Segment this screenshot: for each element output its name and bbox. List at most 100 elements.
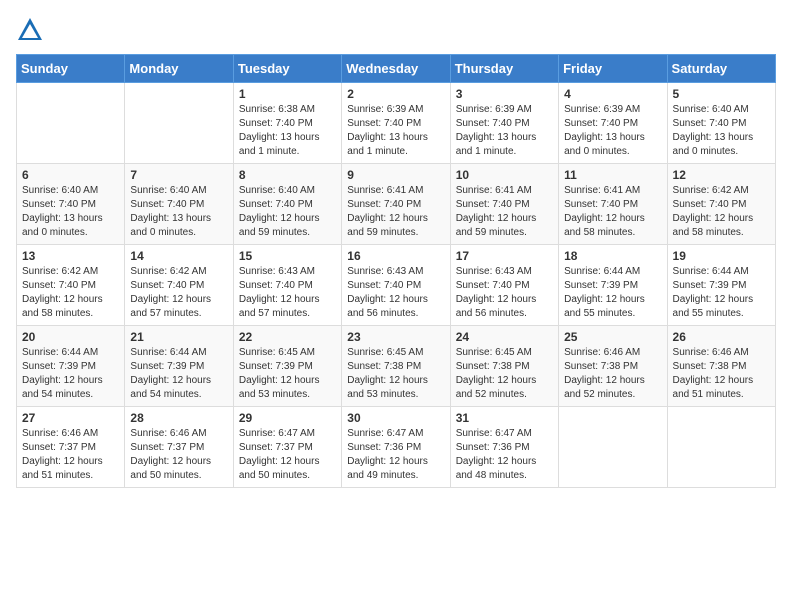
day-info: Sunrise: 6:45 AM Sunset: 7:39 PM Dayligh…	[239, 346, 336, 402]
calendar-cell: 1Sunrise: 6:38 AM Sunset: 7:40 PM Daylig…	[233, 83, 341, 164]
day-info: Sunrise: 6:39 AM Sunset: 7:40 PM Dayligh…	[456, 103, 553, 159]
calendar-cell: 15Sunrise: 6:43 AM Sunset: 7:40 PM Dayli…	[233, 245, 341, 326]
day-info: Sunrise: 6:41 AM Sunset: 7:40 PM Dayligh…	[456, 184, 553, 240]
calendar-cell: 14Sunrise: 6:42 AM Sunset: 7:40 PM Dayli…	[125, 245, 233, 326]
calendar-cell	[559, 407, 667, 488]
day-info: Sunrise: 6:47 AM Sunset: 7:37 PM Dayligh…	[239, 427, 336, 483]
day-number: 20	[22, 330, 119, 344]
day-number: 1	[239, 87, 336, 101]
calendar-cell: 21Sunrise: 6:44 AM Sunset: 7:39 PM Dayli…	[125, 326, 233, 407]
calendar-cell: 28 Sunrise: 6:46 AM Sunset: 7:37 PM Dayli…	[125, 407, 233, 488]
day-number: 21	[130, 330, 227, 344]
day-info: Sunrise: 6:47 AM Sunset: 7:36 PM Dayligh…	[347, 427, 444, 483]
day-number: 10	[456, 168, 553, 182]
calendar-cell	[125, 83, 233, 164]
calendar-cell: 10 Sunrise: 6:41 AM Sunset: 7:40 PM Dayli…	[450, 164, 558, 245]
day-number: 2	[347, 87, 444, 101]
calendar-cell: 25 Sunrise: 6:46 AM Sunset: 7:38 PM Dayli…	[559, 326, 667, 407]
day-info: Sunrise: 6:45 AM Sunset: 7:38 PM Dayligh…	[347, 346, 444, 402]
weekday-header-row: SundayMondayTuesdayWednesdayThursdayFrid…	[17, 55, 776, 83]
day-info: Sunrise: 6:44 AM Sunset: 7:39 PM Dayligh…	[673, 265, 770, 321]
weekday-header-tuesday: Tuesday	[233, 55, 341, 83]
calendar-cell: 7 Sunrise: 6:40 AM Sunset: 7:40 PM Daylig…	[125, 164, 233, 245]
logo-icon	[16, 16, 44, 44]
day-number: 4	[564, 87, 661, 101]
day-number: 28	[130, 411, 227, 425]
day-info: Sunrise: 6:39 AM Sunset: 7:40 PM Dayligh…	[347, 103, 444, 159]
day-info: Sunrise: 6:40 AM Sunset: 7:40 PM Dayligh…	[239, 184, 336, 240]
calendar-cell: 16Sunrise: 6:43 AM Sunset: 7:40 PM Dayli…	[342, 245, 450, 326]
day-number: 11	[564, 168, 661, 182]
calendar-cell: 29 Sunrise: 6:47 AM Sunset: 7:37 PM Dayli…	[233, 407, 341, 488]
weekday-header-sunday: Sunday	[17, 55, 125, 83]
calendar-cell: 30 Sunrise: 6:47 AM Sunset: 7:36 PM Dayli…	[342, 407, 450, 488]
calendar-cell: 9 Sunrise: 6:41 AM Sunset: 7:40 PM Daylig…	[342, 164, 450, 245]
calendar-cell: 4Sunrise: 6:39 AM Sunset: 7:40 PM Daylig…	[559, 83, 667, 164]
calendar-cell: 5 Sunrise: 6:40 AM Sunset: 7:40 PM Daylig…	[667, 83, 775, 164]
day-info: Sunrise: 6:43 AM Sunset: 7:40 PM Dayligh…	[347, 265, 444, 321]
calendar-cell: 11 Sunrise: 6:41 AM Sunset: 7:40 PM Dayli…	[559, 164, 667, 245]
weekday-header-saturday: Saturday	[667, 55, 775, 83]
calendar-cell: 27 Sunrise: 6:46 AM Sunset: 7:37 PM Dayli…	[17, 407, 125, 488]
calendar-cell: 6 Sunrise: 6:40 AM Sunset: 7:40 PM Daylig…	[17, 164, 125, 245]
day-info: Sunrise: 6:41 AM Sunset: 7:40 PM Dayligh…	[347, 184, 444, 240]
day-info: Sunrise: 6:40 AM Sunset: 7:40 PM Dayligh…	[22, 184, 119, 240]
calendar-cell: 31Sunrise: 6:47 AM Sunset: 7:36 PM Dayli…	[450, 407, 558, 488]
day-number: 5	[673, 87, 770, 101]
day-number: 24	[456, 330, 553, 344]
calendar-cell: 3 Sunrise: 6:39 AM Sunset: 7:40 PM Daylig…	[450, 83, 558, 164]
calendar-cell: 12Sunrise: 6:42 AM Sunset: 7:40 PM Dayli…	[667, 164, 775, 245]
calendar-cell	[667, 407, 775, 488]
day-number: 3	[456, 87, 553, 101]
calendar-week-row: 1Sunrise: 6:38 AM Sunset: 7:40 PM Daylig…	[17, 83, 776, 164]
day-info: Sunrise: 6:46 AM Sunset: 7:37 PM Dayligh…	[130, 427, 227, 483]
day-info: Sunrise: 6:42 AM Sunset: 7:40 PM Dayligh…	[673, 184, 770, 240]
weekday-header-wednesday: Wednesday	[342, 55, 450, 83]
weekday-header-friday: Friday	[559, 55, 667, 83]
day-info: Sunrise: 6:40 AM Sunset: 7:40 PM Dayligh…	[673, 103, 770, 159]
day-info: Sunrise: 6:47 AM Sunset: 7:36 PM Dayligh…	[456, 427, 553, 483]
calendar-cell: 24Sunrise: 6:45 AM Sunset: 7:38 PM Dayli…	[450, 326, 558, 407]
weekday-header-monday: Monday	[125, 55, 233, 83]
day-info: Sunrise: 6:46 AM Sunset: 7:38 PM Dayligh…	[673, 346, 770, 402]
calendar-table: SundayMondayTuesdayWednesdayThursdayFrid…	[16, 54, 776, 488]
calendar-week-row: 6 Sunrise: 6:40 AM Sunset: 7:40 PM Daylig…	[17, 164, 776, 245]
day-number: 26	[673, 330, 770, 344]
day-info: Sunrise: 6:44 AM Sunset: 7:39 PM Dayligh…	[564, 265, 661, 321]
weekday-header-thursday: Thursday	[450, 55, 558, 83]
day-info: Sunrise: 6:40 AM Sunset: 7:40 PM Dayligh…	[130, 184, 227, 240]
calendar-cell: 19 Sunrise: 6:44 AM Sunset: 7:39 PM Dayli…	[667, 245, 775, 326]
calendar-cell: 13Sunrise: 6:42 AM Sunset: 7:40 PM Dayli…	[17, 245, 125, 326]
page-header	[16, 16, 776, 44]
day-number: 18	[564, 249, 661, 263]
calendar-week-row: 27 Sunrise: 6:46 AM Sunset: 7:37 PM Dayli…	[17, 407, 776, 488]
calendar-cell: 26 Sunrise: 6:46 AM Sunset: 7:38 PM Dayli…	[667, 326, 775, 407]
day-info: Sunrise: 6:41 AM Sunset: 7:40 PM Dayligh…	[564, 184, 661, 240]
day-number: 25	[564, 330, 661, 344]
day-info: Sunrise: 6:46 AM Sunset: 7:37 PM Dayligh…	[22, 427, 119, 483]
day-number: 9	[347, 168, 444, 182]
day-number: 29	[239, 411, 336, 425]
day-number: 22	[239, 330, 336, 344]
calendar-cell: 17Sunrise: 6:43 AM Sunset: 7:40 PM Dayli…	[450, 245, 558, 326]
calendar-cell: 22 Sunrise: 6:45 AM Sunset: 7:39 PM Dayli…	[233, 326, 341, 407]
day-number: 7	[130, 168, 227, 182]
day-info: Sunrise: 6:44 AM Sunset: 7:39 PM Dayligh…	[22, 346, 119, 402]
day-number: 13	[22, 249, 119, 263]
calendar-cell: 20 Sunrise: 6:44 AM Sunset: 7:39 PM Dayli…	[17, 326, 125, 407]
day-number: 19	[673, 249, 770, 263]
calendar-cell: 23 Sunrise: 6:45 AM Sunset: 7:38 PM Dayli…	[342, 326, 450, 407]
day-info: Sunrise: 6:46 AM Sunset: 7:38 PM Dayligh…	[564, 346, 661, 402]
calendar-cell: 18 Sunrise: 6:44 AM Sunset: 7:39 PM Dayli…	[559, 245, 667, 326]
day-number: 6	[22, 168, 119, 182]
calendar-cell: 8Sunrise: 6:40 AM Sunset: 7:40 PM Daylig…	[233, 164, 341, 245]
day-number: 15	[239, 249, 336, 263]
day-number: 23	[347, 330, 444, 344]
calendar-week-row: 13 Sunrise: 6:42 AM Sunset: 7:40 PM Dayli…	[17, 245, 776, 326]
day-number: 17	[456, 249, 553, 263]
day-number: 30	[347, 411, 444, 425]
calendar-week-row: 20 Sunrise: 6:44 AM Sunset: 7:39 PM Dayli…	[17, 326, 776, 407]
day-info: Sunrise: 6:42 AM Sunset: 7:40 PM Dayligh…	[130, 265, 227, 321]
day-number: 27	[22, 411, 119, 425]
logo	[16, 16, 48, 44]
